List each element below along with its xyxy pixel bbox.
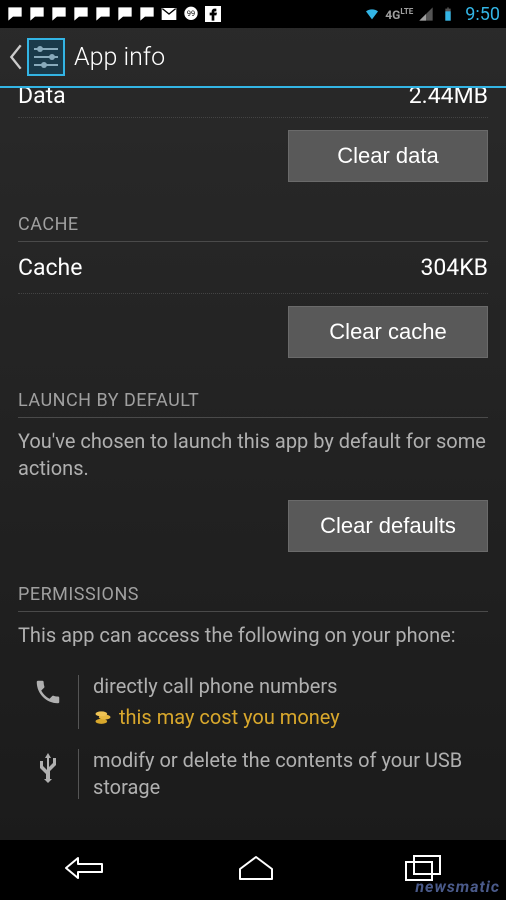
usb-icon	[36, 751, 60, 785]
cache-label: Cache	[18, 254, 82, 281]
permissions-description: This app can access the following on you…	[18, 612, 488, 655]
status-bar: 99 4GLTE 9:50	[0, 0, 506, 28]
clock: 9:50	[465, 4, 500, 25]
data-label: Data	[18, 88, 66, 109]
page-title: App info	[74, 43, 165, 72]
back-chevron-icon	[8, 43, 24, 71]
permissions-list: directly call phone numbers this may cos…	[18, 655, 488, 809]
status-notifications: 99	[6, 6, 222, 22]
nav-home-button[interactable]	[236, 855, 276, 885]
coins-icon	[93, 708, 113, 728]
phone-icon	[33, 677, 63, 707]
permission-text: modify or delete the contents of your US…	[93, 747, 488, 801]
svg-text:99: 99	[187, 9, 195, 18]
permissions-header: PERMISSIONS	[18, 570, 488, 612]
permission-text: directly call phone numbers	[93, 673, 488, 700]
content-scroll[interactable]: Data 2.44MB Clear data CACHE Cache 304KB…	[0, 88, 506, 840]
clear-cache-button[interactable]: Clear cache	[288, 306, 488, 358]
chat-icon	[50, 6, 68, 22]
settings-icon	[26, 37, 66, 77]
facebook-icon	[204, 6, 222, 22]
action-bar[interactable]: App info	[0, 28, 506, 88]
chat-icon	[72, 6, 90, 22]
network-badge: 4GLTE	[385, 8, 413, 21]
clear-data-button[interactable]: Clear data	[288, 130, 488, 182]
data-row: Data 2.44MB	[18, 88, 488, 118]
permission-warning: this may cost you money	[93, 704, 488, 731]
permission-item: modify or delete the contents of your US…	[18, 739, 488, 809]
status-system: 4GLTE 9:50	[363, 4, 500, 25]
signal-icon	[417, 6, 435, 22]
cache-value: 304KB	[420, 254, 488, 281]
cache-row: Cache 304KB	[18, 242, 488, 294]
gmail-icon	[160, 6, 178, 22]
navigation-bar	[0, 840, 506, 900]
data-value: 2.44MB	[409, 88, 488, 109]
launch-header: LAUNCH BY DEFAULT	[18, 376, 488, 418]
clear-defaults-button[interactable]: Clear defaults	[288, 500, 488, 552]
nav-recent-button[interactable]	[404, 854, 442, 886]
wifi-icon	[363, 6, 381, 22]
chat-icon	[6, 6, 24, 22]
hangouts-icon: 99	[182, 6, 200, 22]
nav-back-button[interactable]	[64, 854, 108, 886]
chat-icon	[28, 6, 46, 22]
cache-header: CACHE	[18, 200, 488, 242]
launch-description: You've chosen to launch this app by defa…	[18, 418, 488, 488]
battery-icon	[439, 6, 457, 22]
chat-icon	[116, 6, 134, 22]
chat-icon	[94, 6, 112, 22]
permission-item: directly call phone numbers this may cos…	[18, 665, 488, 739]
chat-icon	[138, 6, 156, 22]
